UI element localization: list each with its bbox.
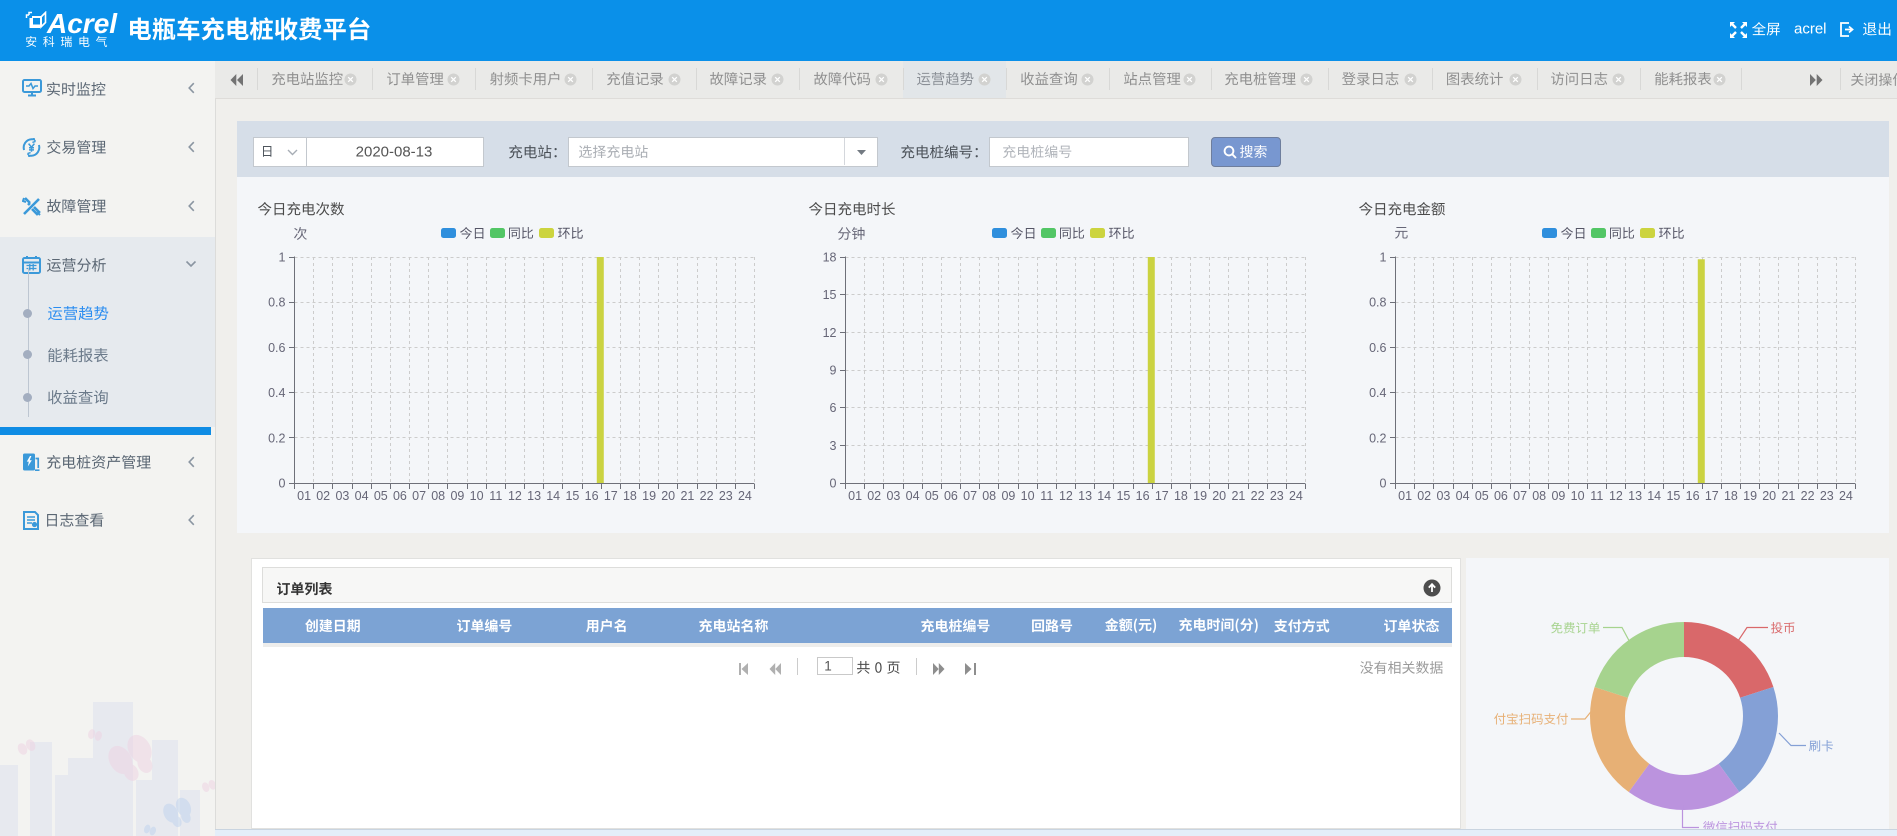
svg-text:12: 12 [1609,489,1623,503]
svg-text:20: 20 [1762,489,1776,503]
svg-text:1: 1 [279,252,286,265]
svg-text:12: 12 [823,326,837,340]
svg-text:05: 05 [925,489,939,503]
svg-text:21: 21 [1781,489,1795,503]
svg-text:20: 20 [661,489,675,503]
svg-text:13: 13 [527,489,541,503]
svg-text:19: 19 [1193,489,1207,503]
svg-text:9: 9 [830,364,837,378]
svg-text:18: 18 [623,489,637,503]
svg-text:11: 11 [1590,489,1603,503]
svg-text:22: 22 [700,489,714,503]
svg-text:18: 18 [1174,489,1188,503]
svg-text:24: 24 [738,489,752,503]
svg-text:01: 01 [1398,489,1412,503]
svg-text:16: 16 [1686,489,1700,503]
svg-text:04: 04 [355,489,369,503]
svg-text:07: 07 [412,489,426,503]
svg-text:12: 12 [1059,489,1073,503]
svg-text:0.8: 0.8 [1369,296,1386,310]
svg-text:15: 15 [565,489,579,503]
svg-text:10: 10 [1571,489,1585,503]
svg-text:12: 12 [508,489,522,503]
svg-text:6: 6 [830,401,837,415]
svg-text:09: 09 [1001,489,1015,503]
svg-text:08: 08 [1532,489,1546,503]
svg-text:3: 3 [830,439,837,453]
svg-text:02: 02 [867,489,881,503]
svg-text:19: 19 [642,489,656,503]
svg-text:14: 14 [1647,489,1661,503]
svg-text:24: 24 [1289,489,1303,503]
svg-text:0: 0 [830,477,837,491]
svg-text:15: 15 [1666,489,1680,503]
svg-text:22: 22 [1251,489,1265,503]
svg-text:11: 11 [1040,489,1053,503]
svg-text:21: 21 [1231,489,1245,503]
svg-text:01: 01 [848,489,862,503]
svg-text:08: 08 [431,489,445,503]
svg-text:20: 20 [1212,489,1226,503]
svg-text:0.2: 0.2 [1369,431,1386,445]
svg-text:06: 06 [944,489,958,503]
svg-text:0.6: 0.6 [268,341,285,355]
svg-text:0.4: 0.4 [1369,386,1386,400]
svg-text:05: 05 [374,489,388,503]
svg-text:21: 21 [680,489,694,503]
svg-text:0: 0 [1380,477,1387,491]
svg-text:23: 23 [1270,489,1284,503]
svg-text:16: 16 [585,489,599,503]
svg-text:0.4: 0.4 [268,386,285,400]
svg-text:09: 09 [1551,489,1565,503]
svg-text:22: 22 [1801,489,1815,503]
svg-text:15: 15 [823,288,837,302]
svg-text:14: 14 [1097,489,1111,503]
svg-text:13: 13 [1078,489,1092,503]
svg-text:04: 04 [906,489,920,503]
svg-text:0.8: 0.8 [268,296,285,310]
svg-text:02: 02 [1417,489,1431,503]
svg-text:18: 18 [823,252,837,265]
svg-text:11: 11 [489,489,502,503]
svg-text:03: 03 [886,489,900,503]
svg-text:09: 09 [450,489,464,503]
svg-text:07: 07 [963,489,977,503]
svg-text:13: 13 [1628,489,1642,503]
svg-text:07: 07 [1513,489,1527,503]
svg-text:14: 14 [546,489,560,503]
svg-text:17: 17 [604,489,618,503]
svg-text:16: 16 [1136,489,1150,503]
svg-text:18: 18 [1724,489,1738,503]
svg-text:19: 19 [1743,489,1757,503]
svg-text:05: 05 [1475,489,1489,503]
svg-text:06: 06 [1494,489,1508,503]
svg-text:08: 08 [982,489,996,503]
svg-text:0.6: 0.6 [1369,341,1386,355]
svg-text:24: 24 [1839,489,1853,503]
svg-text:17: 17 [1705,489,1719,503]
svg-text:10: 10 [1021,489,1035,503]
svg-text:17: 17 [1155,489,1169,503]
svg-text:03: 03 [1436,489,1450,503]
svg-text:1: 1 [1380,252,1387,265]
svg-text:04: 04 [1456,489,1470,503]
svg-text:06: 06 [393,489,407,503]
svg-text:02: 02 [316,489,330,503]
svg-text:15: 15 [1116,489,1130,503]
svg-text:23: 23 [719,489,733,503]
svg-text:01: 01 [297,489,311,503]
svg-text:0.2: 0.2 [268,431,285,445]
svg-text:03: 03 [335,489,349,503]
svg-text:23: 23 [1820,489,1834,503]
svg-text:10: 10 [470,489,484,503]
svg-text:0: 0 [279,477,286,491]
